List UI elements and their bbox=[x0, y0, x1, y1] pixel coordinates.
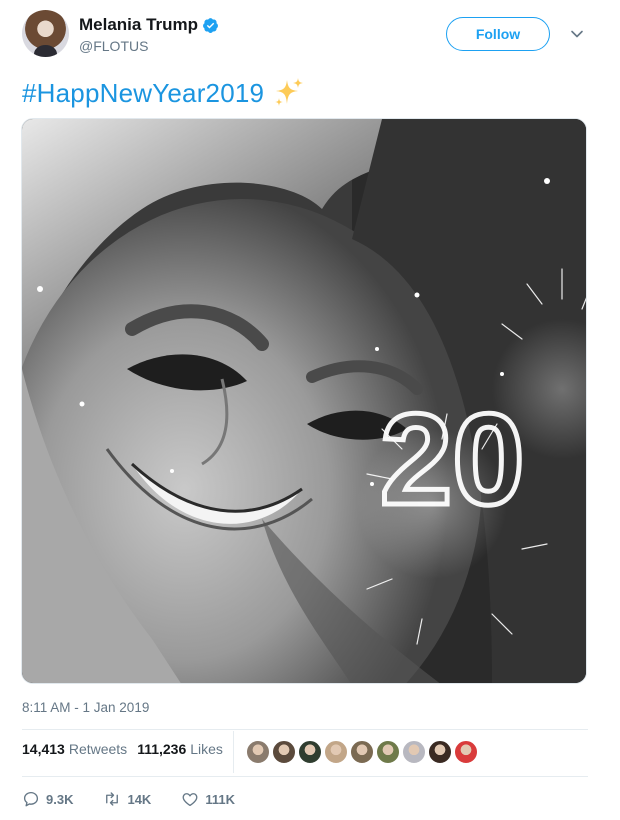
liker-avatar[interactable] bbox=[298, 740, 322, 764]
reply-button[interactable]: 9.3K bbox=[22, 790, 73, 808]
liker-avatar[interactable] bbox=[454, 740, 478, 764]
follow-button[interactable]: Follow bbox=[446, 17, 550, 51]
retweet-label[interactable]: Retweets bbox=[69, 741, 127, 757]
like-count[interactable]: 111,236 bbox=[137, 741, 186, 757]
like-label[interactable]: Likes bbox=[190, 741, 223, 757]
heart-icon bbox=[182, 793, 198, 807]
tweet-text: #HappNewYear2019 bbox=[22, 76, 306, 110]
retweet-action-count: 14K bbox=[127, 791, 152, 807]
tweet-actions: 9.3K 14K 111K bbox=[22, 790, 265, 808]
sparkles-icon bbox=[275, 78, 304, 106]
reply-icon bbox=[23, 791, 39, 807]
liker-avatar[interactable] bbox=[350, 740, 374, 764]
user-handle[interactable]: @FLOTUS bbox=[79, 38, 148, 54]
like-action-count: 111K bbox=[205, 791, 235, 807]
hashtag-link[interactable]: #HappNewYear2019 bbox=[22, 78, 264, 109]
divider bbox=[22, 776, 588, 777]
liker-avatar[interactable] bbox=[402, 740, 426, 764]
liker-avatar[interactable] bbox=[376, 740, 400, 764]
verified-badge-icon bbox=[203, 17, 218, 33]
divider bbox=[22, 729, 588, 730]
like-button[interactable]: 111K bbox=[181, 790, 235, 808]
tweet-photo[interactable]: 20 bbox=[21, 118, 587, 684]
display-name[interactable]: Melania Trump bbox=[79, 15, 198, 35]
reply-count: 9.3K bbox=[46, 791, 74, 807]
liker-avatar[interactable] bbox=[246, 740, 270, 764]
avatar[interactable] bbox=[22, 10, 69, 57]
retweet-count[interactable]: 14,413 bbox=[22, 741, 65, 757]
retweet-icon bbox=[106, 792, 119, 806]
tweet-header: Melania Trump @FLOTUS Follow bbox=[22, 10, 598, 66]
name-row: Melania Trump bbox=[79, 15, 219, 35]
photo-image: 20 bbox=[22, 119, 586, 683]
liker-avatar[interactable] bbox=[428, 740, 452, 764]
tweet-stats: 14,413 Retweets 111,236 Likes bbox=[22, 741, 233, 757]
liker-avatars bbox=[246, 740, 478, 764]
retweet-button[interactable]: 14K bbox=[103, 790, 151, 808]
chevron-down-icon[interactable] bbox=[570, 27, 584, 41]
liker-avatar[interactable] bbox=[272, 740, 296, 764]
tweet-timestamp[interactable]: 8:11 AM - 1 Jan 2019 bbox=[22, 700, 149, 715]
liker-avatar[interactable] bbox=[324, 740, 348, 764]
photo-overlay-text: 20 bbox=[380, 386, 525, 532]
stats-separator bbox=[233, 731, 234, 773]
